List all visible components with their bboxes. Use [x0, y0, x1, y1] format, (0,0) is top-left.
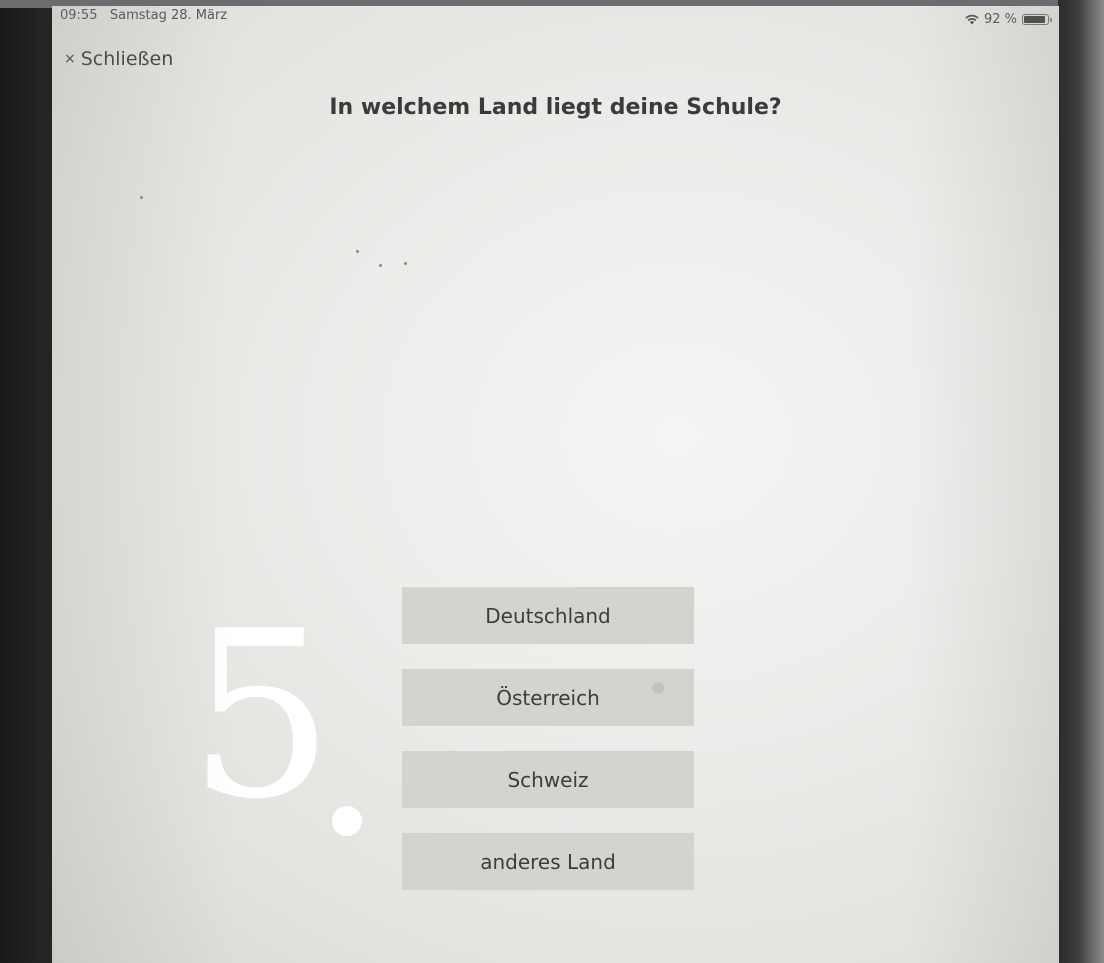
answer-button-deutschland[interactable]: Deutschland — [402, 587, 694, 644]
status-right: 92 % — [965, 12, 1052, 27]
screen-speck — [379, 264, 382, 267]
answer-button-oesterreich[interactable]: Österreich — [402, 669, 694, 726]
tablet-screen: 09:55 Samstag 28. März 92 % × Schließen — [52, 6, 1059, 963]
battery-icon — [1022, 14, 1052, 25]
close-icon: × — [64, 51, 76, 67]
answer-label: Deutschland — [485, 603, 611, 628]
close-label: Schließen — [80, 48, 174, 70]
screen-speck — [140, 196, 143, 199]
step-number-dot — [332, 806, 362, 836]
step-number-overlay: 5 — [188, 583, 334, 850]
answer-button-schweiz[interactable]: Schweiz — [402, 751, 694, 808]
answer-button-anderes-land[interactable]: anderes Land — [402, 833, 694, 890]
close-button[interactable]: × Schließen — [64, 48, 173, 70]
touch-indicator — [652, 682, 664, 694]
screen-speck — [404, 262, 407, 265]
answer-label: anderes Land — [480, 849, 616, 874]
status-time: 09:55 — [60, 8, 98, 23]
answer-label: Österreich — [496, 685, 600, 710]
screen-speck — [356, 250, 359, 253]
photo-frame: 09:55 Samstag 28. März 92 % × Schließen — [0, 0, 1104, 963]
answer-label: Schweiz — [507, 767, 589, 792]
device-bezel-right — [1058, 0, 1104, 963]
status-date: Samstag 28. März — [109, 8, 228, 23]
battery-fill — [1024, 16, 1046, 23]
question-title: In welchem Land liegt deine Schule? — [329, 95, 782, 120]
status-time-date: 09:55 Samstag 28. März — [60, 8, 227, 23]
battery-percent: 92 % — [983, 12, 1017, 27]
battery-cap — [1050, 18, 1052, 22]
wifi-icon — [965, 14, 979, 25]
status-bar: 09:55 Samstag 28. März 92 % — [52, 6, 1059, 28]
